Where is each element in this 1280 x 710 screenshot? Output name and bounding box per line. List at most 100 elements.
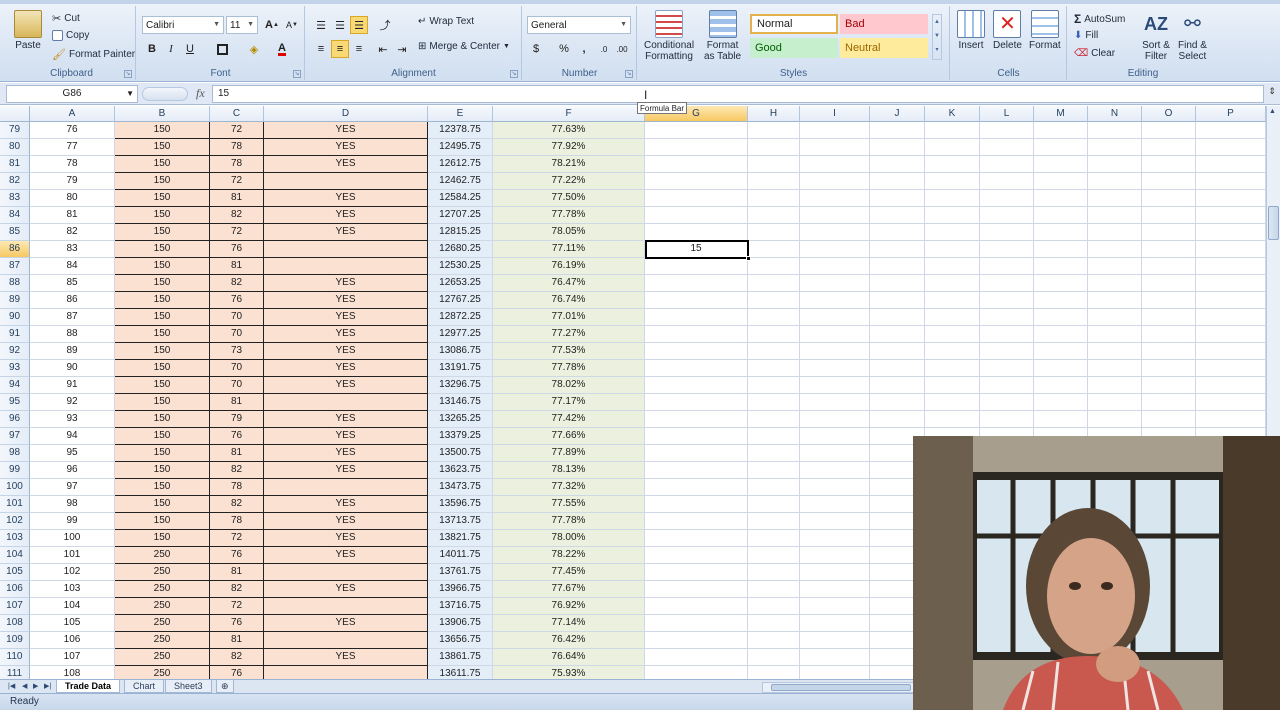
cell-g[interactable]: [645, 530, 748, 547]
cell-l[interactable]: [980, 275, 1034, 292]
currency-icon[interactable]: $: [527, 40, 545, 58]
cell-j[interactable]: [870, 190, 925, 207]
cell-a[interactable]: 93: [30, 411, 115, 428]
cell-k[interactable]: [925, 275, 980, 292]
cell-f[interactable]: 77.45%: [493, 564, 645, 581]
cell-p[interactable]: [1196, 122, 1266, 139]
row-header[interactable]: 89: [0, 292, 30, 309]
cell-o[interactable]: [1142, 343, 1196, 360]
cell-d[interactable]: YES: [264, 411, 428, 428]
cell-o[interactable]: [1142, 309, 1196, 326]
cell-h[interactable]: [748, 224, 800, 241]
cell-c[interactable]: 70: [210, 326, 264, 343]
cell-e[interactable]: 13761.75: [428, 564, 493, 581]
cell-j[interactable]: [870, 326, 925, 343]
style-bad[interactable]: Bad: [840, 14, 928, 34]
cell-k[interactable]: [925, 360, 980, 377]
font-size-select[interactable]: 11 ▼: [226, 16, 258, 34]
column-header-m[interactable]: M: [1034, 106, 1088, 122]
cell-p[interactable]: [1196, 275, 1266, 292]
cell-e[interactable]: 13086.75: [428, 343, 493, 360]
cell-p[interactable]: [1196, 309, 1266, 326]
cell-f[interactable]: 77.17%: [493, 394, 645, 411]
column-header-l[interactable]: L: [980, 106, 1034, 122]
cell-l[interactable]: [980, 139, 1034, 156]
cell-e[interactable]: 13500.75: [428, 445, 493, 462]
cell-f[interactable]: 77.67%: [493, 581, 645, 598]
cell-k[interactable]: [925, 343, 980, 360]
cell-c[interactable]: 76: [210, 241, 264, 258]
cell-c[interactable]: 70: [210, 377, 264, 394]
cell-d[interactable]: [264, 479, 428, 496]
cell-i[interactable]: [800, 649, 870, 666]
cell-d[interactable]: YES: [264, 360, 428, 377]
cell-d[interactable]: YES: [264, 207, 428, 224]
cell-h[interactable]: [748, 428, 800, 445]
cell-h[interactable]: [748, 275, 800, 292]
sheet-tab-sheet3[interactable]: Sheet3: [165, 680, 212, 693]
row-header[interactable]: 95: [0, 394, 30, 411]
cell-c[interactable]: 72: [210, 224, 264, 241]
column-header-p[interactable]: P: [1196, 106, 1266, 122]
align-top-icon[interactable]: ☰: [312, 16, 330, 34]
row-header[interactable]: 80: [0, 139, 30, 156]
cell-a[interactable]: 85: [30, 275, 115, 292]
cell-c[interactable]: 76: [210, 428, 264, 445]
cell-b[interactable]: 150: [115, 496, 210, 513]
cell-n[interactable]: [1088, 377, 1142, 394]
cell-d[interactable]: [264, 666, 428, 679]
row-header[interactable]: 106: [0, 581, 30, 598]
cell-n[interactable]: [1088, 139, 1142, 156]
cell-a[interactable]: 91: [30, 377, 115, 394]
cell-b[interactable]: 150: [115, 411, 210, 428]
cell-d[interactable]: YES: [264, 462, 428, 479]
find-select-button[interactable]: ⚯ Find & Select: [1178, 10, 1207, 62]
cell-a[interactable]: 90: [30, 360, 115, 377]
cell-e[interactable]: 12378.75: [428, 122, 493, 139]
format-painter-button[interactable]: 🖌 Format Painter: [52, 48, 135, 61]
cell-i[interactable]: [800, 666, 870, 679]
cell-l[interactable]: [980, 156, 1034, 173]
cell-j[interactable]: [870, 241, 925, 258]
sheet-tab-chart[interactable]: Chart: [124, 680, 165, 693]
cell-d[interactable]: YES: [264, 224, 428, 241]
underline-button[interactable]: U: [181, 40, 199, 58]
cell-d[interactable]: YES: [264, 122, 428, 139]
cell-p[interactable]: [1196, 139, 1266, 156]
cell-n[interactable]: [1088, 326, 1142, 343]
cell-h[interactable]: [748, 496, 800, 513]
select-all-corner[interactable]: [0, 106, 30, 122]
row-header[interactable]: 96: [0, 411, 30, 428]
cell-k[interactable]: [925, 190, 980, 207]
row-header[interactable]: 100: [0, 479, 30, 496]
cell-c[interactable]: 81: [210, 445, 264, 462]
grow-font-button[interactable]: A ▲: [263, 16, 281, 34]
cell-d[interactable]: YES: [264, 445, 428, 462]
expand-formula-bar-icon[interactable]: ⇕: [1266, 86, 1278, 102]
cell-p[interactable]: [1196, 411, 1266, 428]
cell-e[interactable]: 12495.75: [428, 139, 493, 156]
cell-f[interactable]: 77.53%: [493, 343, 645, 360]
cell-p[interactable]: [1196, 241, 1266, 258]
insert-sheet-icon[interactable]: ⊕: [216, 680, 234, 693]
cell-f[interactable]: 78.13%: [493, 462, 645, 479]
vertical-scroll-thumb[interactable]: [1268, 206, 1279, 240]
cell-d[interactable]: YES: [264, 326, 428, 343]
cell-g[interactable]: [645, 309, 748, 326]
cell-h[interactable]: [748, 479, 800, 496]
cell-n[interactable]: [1088, 241, 1142, 258]
cell-g[interactable]: [645, 224, 748, 241]
cell-o[interactable]: [1142, 224, 1196, 241]
decrease-indent-icon[interactable]: ⇤: [374, 40, 392, 58]
cell-e[interactable]: 12462.75: [428, 173, 493, 190]
cell-o[interactable]: [1142, 258, 1196, 275]
column-header-j[interactable]: J: [870, 106, 925, 122]
column-header-a[interactable]: A: [30, 106, 115, 122]
cell-o[interactable]: [1142, 360, 1196, 377]
cell-d[interactable]: [264, 632, 428, 649]
cell-h[interactable]: [748, 394, 800, 411]
cell-b[interactable]: 250: [115, 666, 210, 679]
cell-n[interactable]: [1088, 394, 1142, 411]
cell-j[interactable]: [870, 360, 925, 377]
cell-a[interactable]: 99: [30, 513, 115, 530]
